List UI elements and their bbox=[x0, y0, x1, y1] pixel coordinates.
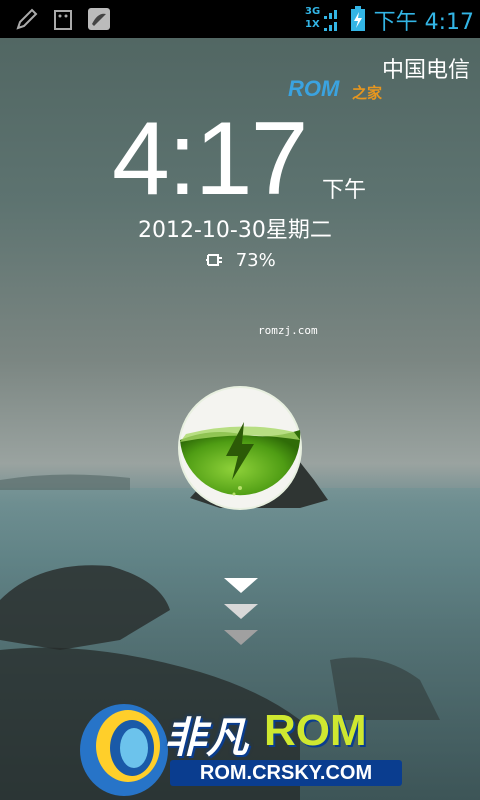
battery-status: 73% bbox=[206, 250, 276, 271]
network-type-bottom: 1X bbox=[305, 19, 320, 30]
lock-date: 2012-10-30星期二 bbox=[138, 218, 332, 243]
edit-icon bbox=[14, 6, 40, 36]
sim-tool-icon bbox=[50, 6, 76, 36]
battery-charging-icon bbox=[350, 6, 366, 36]
notes-app-icon bbox=[86, 6, 112, 36]
status-bar: 3G 1X 下午 4:17 bbox=[0, 0, 480, 38]
carrier-name: 中国电信 bbox=[381, 58, 470, 83]
status-time: 下午 4:17 bbox=[373, 10, 474, 35]
network-type-top: 3G bbox=[305, 6, 321, 17]
crsky-swirl-icon bbox=[80, 704, 168, 796]
brand-logo: ROM bbox=[288, 76, 340, 101]
brand-logo-suffix: 之家 bbox=[352, 84, 383, 102]
charge-orb-button[interactable] bbox=[176, 384, 304, 512]
ampm-label: 下午 bbox=[322, 178, 367, 203]
signal-icon bbox=[324, 8, 342, 36]
site-url: ROM.CRSKY.COM bbox=[170, 760, 402, 786]
site-rom-text: ROM bbox=[264, 706, 367, 755]
lock-clock: 4:17 bbox=[112, 101, 308, 217]
site-name: 非凡 bbox=[164, 714, 249, 761]
unlock-hint bbox=[222, 576, 260, 654]
lock-screen: 3G 1X 下午 4:17 中国电信 ROM 之家 4:17 下午 2012-1… bbox=[0, 0, 480, 800]
charging-plug-icon bbox=[206, 254, 222, 266]
battery-percent: 73% bbox=[235, 250, 276, 271]
watermark-text: romzj.com bbox=[258, 324, 318, 337]
